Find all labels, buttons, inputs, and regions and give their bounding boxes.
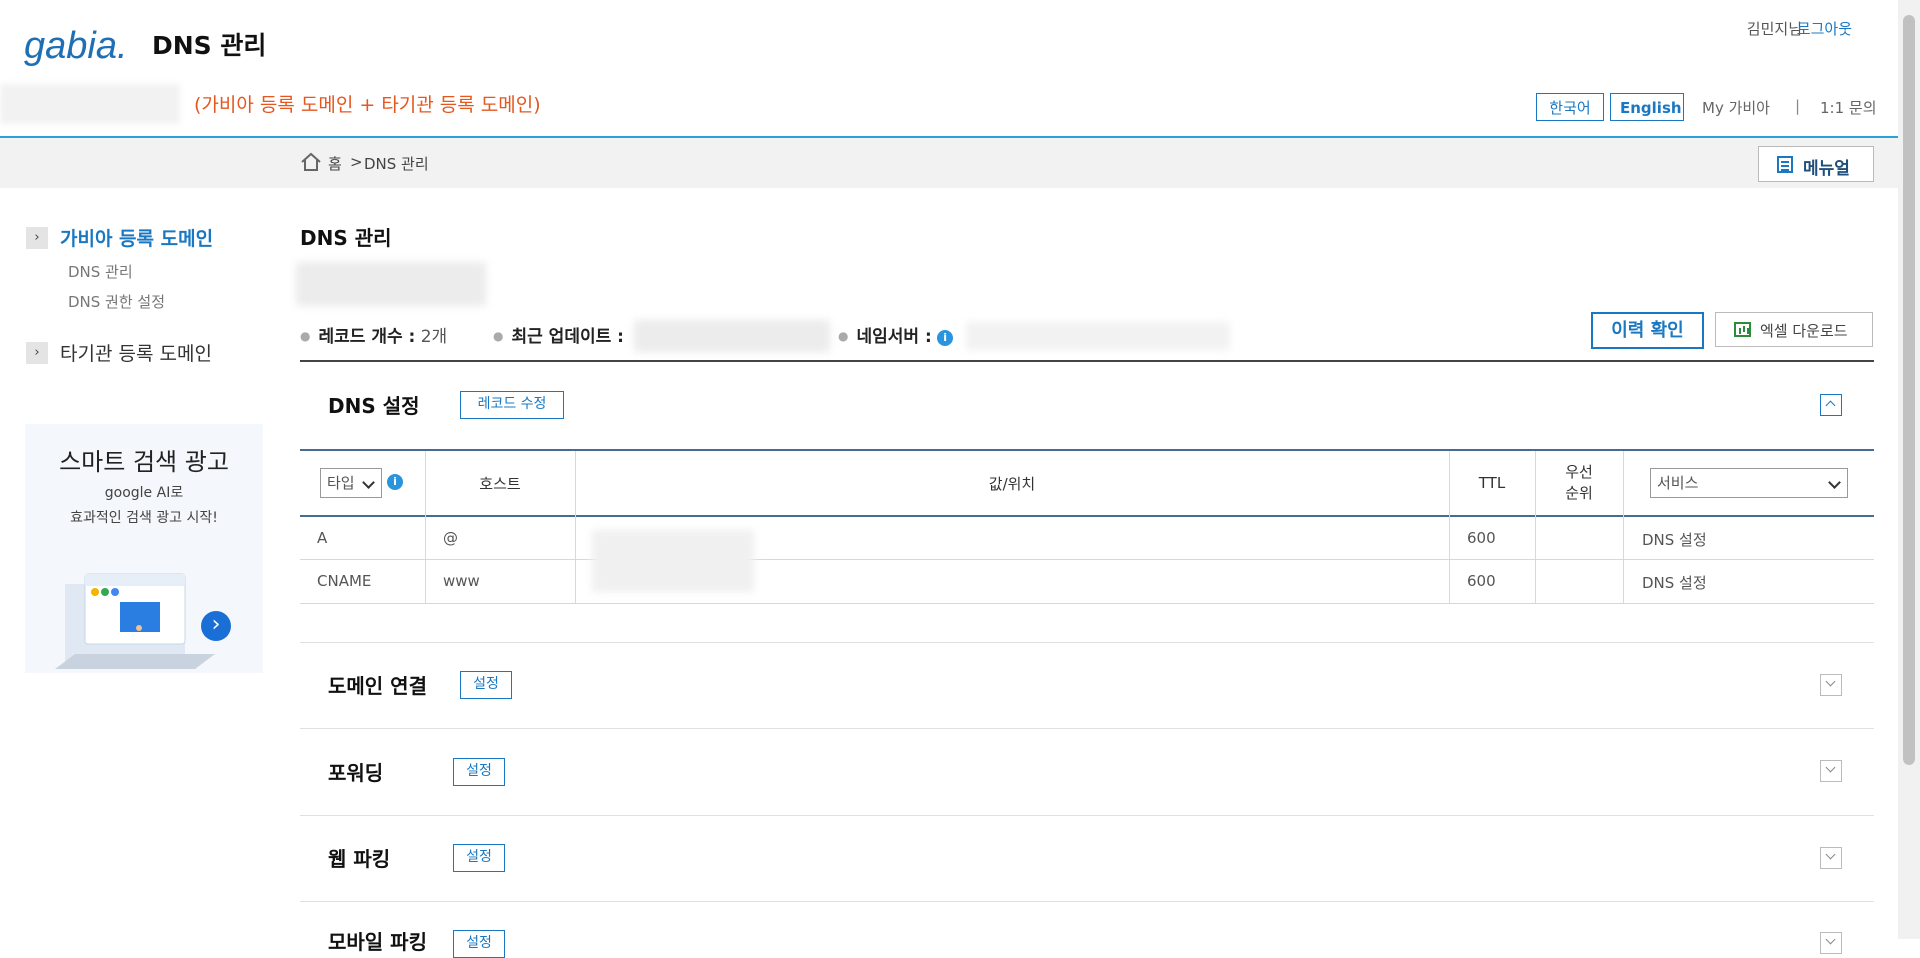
domain-name-redacted [296,262,486,306]
ad-line-2: 효과적인 검색 광고 시작! [70,510,218,526]
breadcrumb-bar: 홈 > DNS 관리 메뉴얼 [0,138,1898,188]
row-2-service: DNS 설정 [1642,574,1707,592]
divider [300,360,1874,362]
row-2-ttl: 600 [1467,572,1496,590]
collapse-chevron-up-icon[interactable] [1820,394,1842,416]
section-divider [300,815,1874,816]
row-1-host: @ [443,529,458,547]
row-1-type: A [317,529,328,547]
sidebar-item-dns-permission[interactable]: DNS 권한 설정 [68,291,165,312]
history-button[interactable]: 이력 확인 [1591,312,1704,349]
svg-text:gabia.: gabia. [24,25,128,67]
row-1-ttl: 600 [1467,529,1496,547]
chevron-down-icon [1828,476,1841,489]
user-name: 김민지님 [1746,20,1802,38]
column-divider [1449,451,1450,603]
column-divider [575,451,576,603]
record-count: ● 레코드 개수 : 2개 [300,327,448,347]
row-1-service: DNS 설정 [1642,531,1707,549]
record-values-redacted [592,530,754,592]
info-icon[interactable]: i [937,330,954,346]
section-divider [300,901,1874,902]
section-divider [300,728,1874,729]
chevron-right-icon: › [26,227,48,249]
header-divider: | [1795,97,1801,115]
laptop-illustration [55,573,215,669]
gabia-logo[interactable]: gabia. [24,22,142,72]
chevron-down-icon [362,476,375,489]
document-icon [1777,156,1793,173]
section-divider [300,642,1874,643]
domain-name-redacted [0,84,180,124]
column-header-value: 값/위치 [988,474,1036,493]
service-filter-select[interactable]: 서비스 [1650,468,1848,498]
manual-button[interactable]: 메뉴얼 [1758,146,1874,182]
ad-banner[interactable]: 스마트 검색 광고 google AI로 효과적인 검색 광고 시작! › [25,424,263,673]
column-divider [1623,451,1624,603]
row-2-host: www [443,572,480,590]
scrollbar-thumb[interactable] [1903,15,1915,765]
lang-korean-button[interactable]: 한국어 [1536,93,1604,121]
nameserver-redacted [966,322,1230,350]
page-title: DNS 관리 [300,226,392,250]
web-parking-title: 웹 파킹 [328,847,391,871]
my-gabia-link[interactable]: My 가비아 [1702,97,1770,118]
expand-chevron-down-icon[interactable] [1820,674,1842,696]
expand-chevron-down-icon[interactable] [1820,760,1842,782]
mobile-parking-setting-button[interactable]: 설정 [453,930,505,958]
domain-connect-setting-button[interactable]: 설정 [460,671,512,699]
expand-chevron-down-icon[interactable] [1820,932,1842,954]
edit-records-button[interactable]: 레코드 수정 [460,391,564,419]
type-filter-select[interactable]: 타입 [320,468,382,498]
forwarding-setting-button[interactable]: 설정 [453,758,505,786]
domain-type-note: (가비아 등록 도메인 + 타기관 등록 도메인) [194,94,541,116]
header: gabia. DNS 관리 김민지님 로그아웃 (가비아 등록 도메인 + 타기… [0,0,1898,138]
row-divider [300,559,1874,560]
info-icon[interactable]: i [387,474,403,490]
breadcrumb-home[interactable]: 홈 [328,153,342,174]
home-icon[interactable] [300,152,322,172]
ad-title: 스마트 검색 광고 [59,448,229,476]
web-parking-setting-button[interactable]: 설정 [453,844,505,872]
lang-english-button[interactable]: English [1610,93,1684,121]
excel-download-button[interactable]: 엑셀 다운로드 [1715,312,1873,347]
column-header-ttl: TTL [1478,474,1506,492]
sidebar-section-other-domains[interactable]: 타기관 등록 도메인 [60,339,212,366]
manual-button-label: 메뉴얼 [1803,159,1850,179]
dns-settings-title: DNS 설정 [328,394,420,418]
ad-go-arrow-icon[interactable]: › [201,611,231,641]
table-header-border [300,515,1874,517]
domain-connect-title: 도메인 연결 [328,674,427,698]
excel-chart-icon [1734,322,1751,337]
ad-line-1: google AI로 [104,485,184,501]
row-divider [300,603,1874,604]
last-update: ● 최근 업데이트 : [493,327,624,347]
last-update-redacted [634,320,830,352]
column-divider [1535,451,1536,603]
nameserver: ● 네임서버 : i [838,322,954,347]
app-title: DNS 관리 [152,31,267,60]
row-2-type: CNAME [317,572,372,590]
column-divider [425,451,426,603]
column-header-priority: 우선 순위 [1565,463,1593,502]
sidebar-item-dns-manage[interactable]: DNS 관리 [68,261,133,282]
chevron-right-icon: › [26,342,48,364]
forwarding-title: 포워딩 [328,761,384,785]
mobile-parking-title: 모바일 파킹 [328,930,427,954]
logout-link[interactable]: 로그아웃 [1797,18,1852,39]
breadcrumb-current: DNS 관리 [364,155,429,173]
excel-download-label: 엑셀 다운로드 [1760,322,1848,340]
breadcrumb-separator: > [350,153,363,171]
expand-chevron-down-icon[interactable] [1820,847,1842,869]
sidebar-section-gabia-domains[interactable]: 가비아 등록 도메인 [60,224,213,251]
column-header-host: 호스트 [479,474,521,493]
inquiry-link[interactable]: 1:1 문의 [1820,97,1877,118]
